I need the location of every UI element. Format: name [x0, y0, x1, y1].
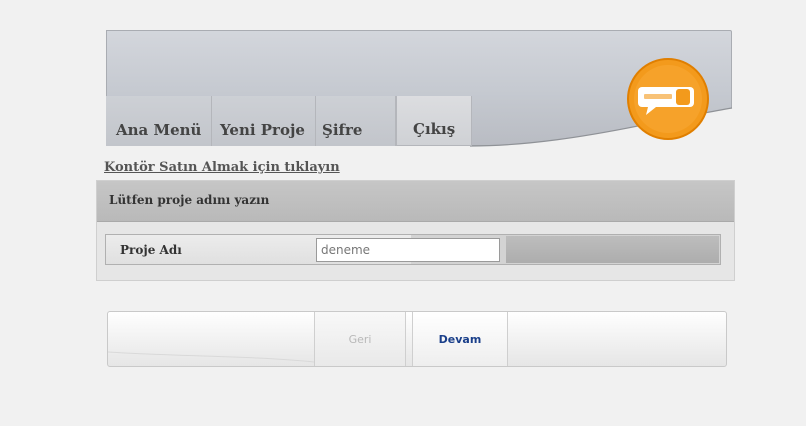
tab-ana-menu[interactable]: Ana Menü	[106, 96, 212, 146]
tab-yeni-proje[interactable]: Yeni Proje	[212, 96, 316, 146]
page: Ana Menü Yeni Proje Şifre Çıkış Kontör S…	[0, 0, 806, 426]
panel-header: Lütfen proje adını yazın	[97, 181, 734, 222]
project-form-panel: Lütfen proje adını yazın Proje Adı	[96, 180, 735, 281]
buy-credits-link[interactable]: Kontör Satın Almak için tıklayın	[104, 160, 340, 175]
tab-sifre[interactable]: Şifre	[316, 96, 396, 146]
main-tabs: Ana Menü Yeni Proje Şifre Çıkış	[106, 96, 472, 146]
tab-label: Ana Menü	[116, 121, 202, 139]
tab-label: Şifre	[322, 121, 363, 139]
project-name-input[interactable]	[316, 238, 500, 262]
tab-label: Yeni Proje	[220, 121, 305, 139]
button-bar: Geri Devam	[107, 311, 727, 367]
back-button[interactable]: Geri	[314, 312, 406, 366]
panel-title: Lütfen proje adını yazın	[109, 193, 270, 207]
button-bar-decoration	[108, 351, 314, 363]
tab-cikis[interactable]: Çıkış	[396, 96, 472, 146]
project-name-row: Proje Adı	[105, 234, 721, 265]
next-button[interactable]: Devam	[412, 312, 508, 366]
row-filler	[506, 236, 719, 263]
logo-icon	[627, 58, 709, 140]
tab-label: Çıkış	[413, 120, 456, 138]
project-name-label: Proje Adı	[120, 243, 182, 257]
